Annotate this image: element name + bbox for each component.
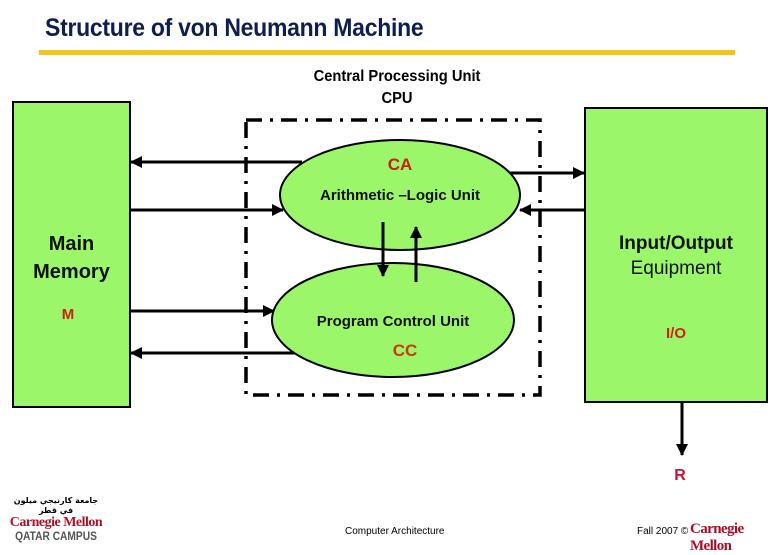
alu-label: Arithmetic –Logic Unit [319, 187, 480, 204]
cmu-qatar-logo: جامعة كارنيجي ميلون في قطر Carnegie Mell… [6, 496, 106, 543]
logo-name: Carnegie Mellon [9, 515, 103, 530]
main-memory-title-line2: Memory [33, 261, 110, 283]
io-code: I/O [665, 325, 686, 342]
logo-arabic-text: جامعة كارنيجي ميلون في قطر [13, 496, 99, 515]
main-memory-title: Main Memory [13, 230, 130, 286]
logo-campus: QATAR CAMPUS [15, 529, 97, 543]
main-memory-title-line1: Main [48, 233, 95, 255]
alu-code: CA [387, 155, 413, 174]
control-unit-label: Program Control Unit [316, 313, 470, 330]
main-memory-code: M [61, 306, 75, 323]
footer-term: Fall 2007 © [637, 526, 689, 537]
footer-brand-logo: Carnegie Mellon [690, 521, 744, 554]
io-title: Input/Output [619, 233, 733, 254]
io-subtitle: Equipment [630, 258, 722, 279]
footer-course: Computer Architecture [345, 526, 445, 537]
control-unit-code: CC [392, 341, 418, 360]
io-output-label: R [674, 467, 686, 484]
